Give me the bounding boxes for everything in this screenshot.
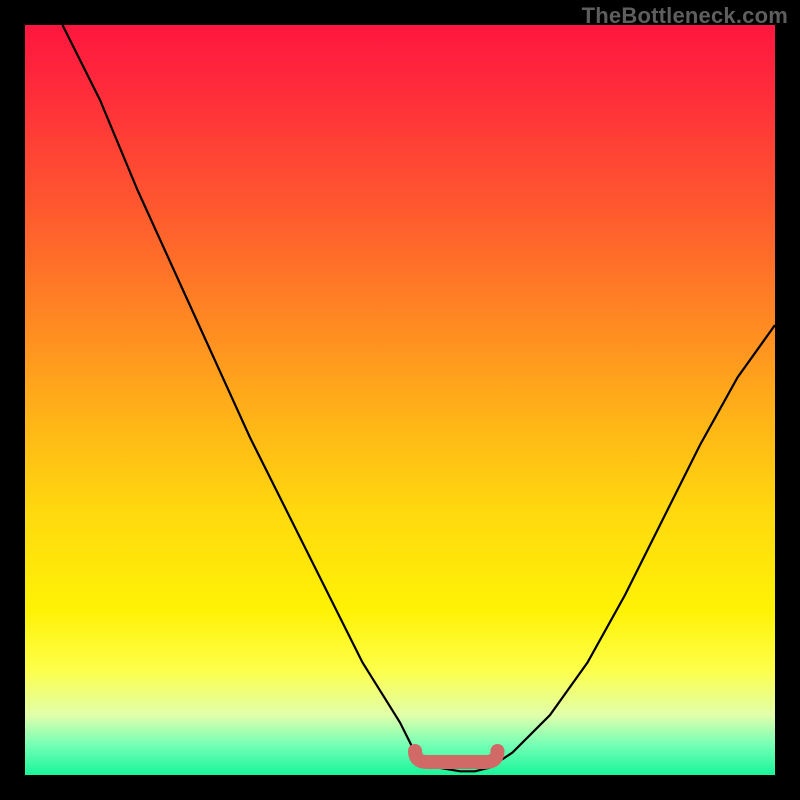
optimal-range-marker — [415, 751, 498, 762]
curve-layer — [25, 25, 775, 775]
bottleneck-curve-line — [63, 25, 776, 771]
chart-frame: TheBottleneck.com — [0, 0, 800, 800]
watermark-text: TheBottleneck.com — [582, 3, 788, 29]
plot-area — [25, 25, 775, 775]
